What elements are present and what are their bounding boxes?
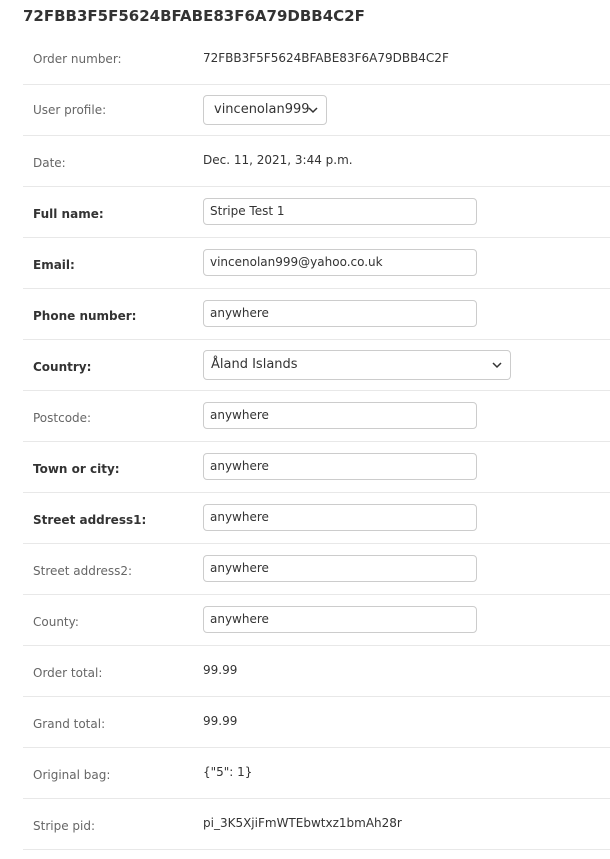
- order-admin-page: 72FBB3F5F5624BFABE83F6A79DBB4C2F Order n…: [0, 0, 610, 859]
- form-row-order-total: Order total: 99.99: [23, 646, 610, 697]
- phone-number-label: Phone number:: [33, 309, 137, 323]
- form-row-stripe-pid: Stripe pid: pi_3K5XjiFmWTEbwtxz1bmAh28r: [23, 799, 610, 850]
- stripe-pid-label: Stripe pid:: [33, 819, 96, 833]
- form-row-county: County: anywhere: [23, 595, 610, 646]
- date-value: Dec. 11, 2021, 3:44 p.m.: [203, 153, 353, 167]
- grand-total-value: 99.99: [203, 714, 238, 728]
- form-row-original-bag: Original bag: {"5": 1}: [23, 748, 610, 799]
- order-total-label: Order total:: [33, 666, 103, 680]
- county-label: County:: [33, 615, 79, 629]
- form-row-street-address1: Street address1: anywhere: [23, 493, 610, 544]
- user-profile-label: User profile:: [33, 103, 107, 117]
- email-label: Email:: [33, 258, 75, 272]
- original-bag-value: {"5": 1}: [203, 765, 253, 779]
- user-profile-select[interactable]: vincenolan999: [203, 95, 327, 125]
- email-input[interactable]: vincenolan999@yahoo.co.uk: [203, 249, 477, 276]
- stripe-pid-value: pi_3K5XjiFmWTEbwtxz1bmAh28r: [203, 816, 402, 830]
- form-row-date: Date: Dec. 11, 2021, 3:44 p.m.: [23, 136, 610, 187]
- form-row-grand-total: Grand total: 99.99: [23, 697, 610, 748]
- chevron-down-icon: [492, 351, 504, 379]
- form-row-full-name: Full name: Stripe Test 1: [23, 187, 610, 238]
- form-row-user-profile: User profile: vincenolan999: [23, 85, 610, 136]
- date-label: Date:: [33, 156, 66, 170]
- page-title: 72FBB3F5F5624BFABE83F6A79DBB4C2F: [23, 7, 365, 25]
- full-name-input[interactable]: Stripe Test 1: [203, 198, 477, 225]
- order-fieldset: Order number: 72FBB3F5F5624BFABE83F6A79D…: [23, 34, 610, 850]
- form-row-street-address2: Street address2: anywhere: [23, 544, 610, 595]
- country-select[interactable]: Åland Islands: [203, 350, 511, 380]
- order-total-value: 99.99: [203, 663, 238, 677]
- user-profile-selected-value: vincenolan999: [214, 102, 310, 117]
- country-selected-value: Åland Islands: [211, 357, 298, 372]
- form-row-order-number: Order number: 72FBB3F5F5624BFABE83F6A79D…: [23, 34, 610, 85]
- order-number-value: 72FBB3F5F5624BFABE83F6A79DBB4C2F: [203, 51, 449, 65]
- form-row-email: Email: vincenolan999@yahoo.co.uk: [23, 238, 610, 289]
- form-row-country: Country: Åland Islands: [23, 340, 610, 391]
- form-row-town-or-city: Town or city: anywhere: [23, 442, 610, 493]
- form-row-postcode: Postcode: anywhere: [23, 391, 610, 442]
- county-input[interactable]: anywhere: [203, 606, 477, 633]
- order-number-label: Order number:: [33, 52, 122, 66]
- street-address1-label: Street address1:: [33, 513, 147, 527]
- phone-number-input[interactable]: anywhere: [203, 300, 477, 327]
- chevron-down-icon: [308, 96, 320, 124]
- original-bag-label: Original bag:: [33, 768, 111, 782]
- street-address1-input[interactable]: anywhere: [203, 504, 477, 531]
- street-address2-input[interactable]: anywhere: [203, 555, 477, 582]
- postcode-label: Postcode:: [33, 411, 92, 425]
- full-name-label: Full name:: [33, 207, 104, 221]
- country-label: Country:: [33, 360, 92, 374]
- grand-total-label: Grand total:: [33, 717, 106, 731]
- town-or-city-label: Town or city:: [33, 462, 120, 476]
- form-row-phone-number: Phone number: anywhere: [23, 289, 610, 340]
- town-or-city-input[interactable]: anywhere: [203, 453, 477, 480]
- street-address2-label: Street address2:: [33, 564, 133, 578]
- postcode-input[interactable]: anywhere: [203, 402, 477, 429]
